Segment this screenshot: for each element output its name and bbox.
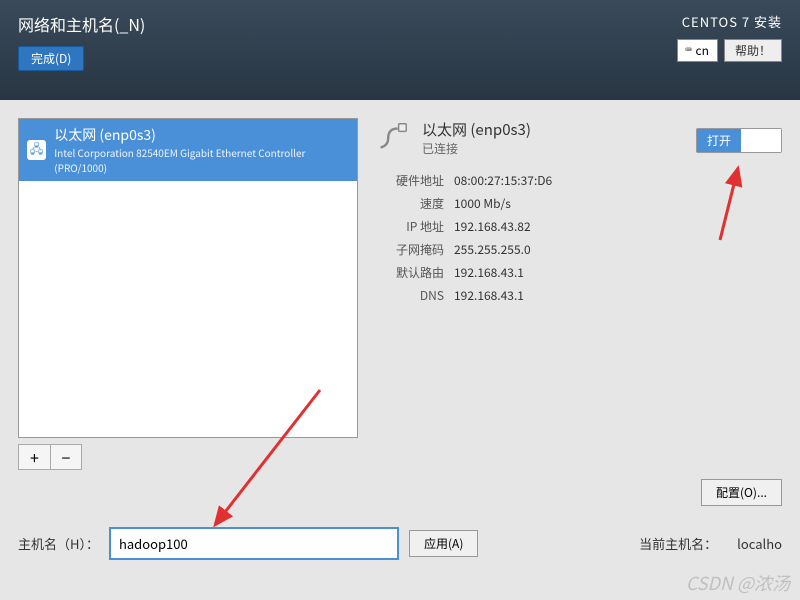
help-button[interactable]: 帮助！	[724, 39, 782, 62]
header-left: 网络和主机名(_N) 完成(D)	[18, 12, 145, 88]
hostname-label: 主机名（H）：	[18, 534, 99, 553]
plug-icon	[372, 118, 412, 158]
remove-button[interactable]: −	[50, 444, 82, 470]
row-gateway: 默认路由192.168.43.1	[372, 264, 782, 281]
header-bar: 网络和主机名(_N) 完成(D) CENTOS 7 安装 ⌨ cn 帮助！	[0, 0, 800, 100]
header-right: CENTOS 7 安装 ⌨ cn 帮助！	[677, 12, 783, 88]
detail-status: 已连接	[422, 140, 531, 157]
done-button[interactable]: 完成(D)	[18, 46, 84, 71]
hostname-input[interactable]	[109, 527, 399, 560]
row-ip: IP 地址192.168.43.82	[372, 218, 782, 235]
keyboard-icon: ⌨	[686, 45, 692, 56]
add-button[interactable]: +	[18, 444, 50, 470]
keyboard-indicator[interactable]: ⌨ cn	[677, 39, 718, 62]
row-netmask: 子网掩码255.255.255.0	[372, 241, 782, 258]
network-listbox[interactable]: 🖧 以太网 (enp0s3) Intel Corporation 82540EM…	[18, 118, 358, 438]
apply-button[interactable]: 应用(A)	[409, 530, 478, 557]
current-hostname-value: localho	[737, 534, 782, 553]
toggle-on-label: 打开	[697, 129, 741, 152]
configure-button[interactable]: 配置(O)...	[701, 479, 782, 506]
list-item[interactable]: 🖧 以太网 (enp0s3) Intel Corporation 82540EM…	[19, 119, 357, 181]
content-area: 🖧 以太网 (enp0s3) Intel Corporation 82540EM…	[0, 100, 800, 488]
row-speed: 速度1000 Mb/s	[372, 195, 782, 212]
detail-panel: 以太网 (enp0s3) 已连接 打开 硬件地址08:00:27:15:37:D…	[372, 118, 782, 470]
detail-title: 以太网 (enp0s3)	[422, 119, 531, 140]
watermark: CSDN @浓汤	[686, 570, 790, 596]
network-list-panel: 🖧 以太网 (enp0s3) Intel Corporation 82540EM…	[18, 118, 358, 470]
ethernet-icon: 🖧	[27, 140, 46, 160]
page-title: 网络和主机名(_N)	[18, 12, 145, 36]
toggle-handle	[741, 129, 781, 152]
details-table: 硬件地址08:00:27:15:37:D6 速度1000 Mb/s IP 地址1…	[372, 172, 782, 304]
hostname-bar: 主机名（H）： 应用(A) 当前主机名： localho	[18, 527, 782, 560]
installer-title: CENTOS 7 安装	[677, 12, 783, 31]
nic-subtitle: Intel Corporation 82540EM Gigabit Ethern…	[54, 145, 349, 175]
row-dns: DNS192.168.43.1	[372, 287, 782, 304]
current-hostname-label: 当前主机名：	[639, 534, 717, 553]
connection-toggle[interactable]: 打开	[696, 128, 782, 153]
keyboard-label: cn	[696, 42, 709, 59]
row-hwaddr: 硬件地址08:00:27:15:37:D6	[372, 172, 782, 189]
nic-title: 以太网 (enp0s3)	[54, 125, 349, 145]
add-remove-toolbar: + −	[18, 444, 358, 470]
